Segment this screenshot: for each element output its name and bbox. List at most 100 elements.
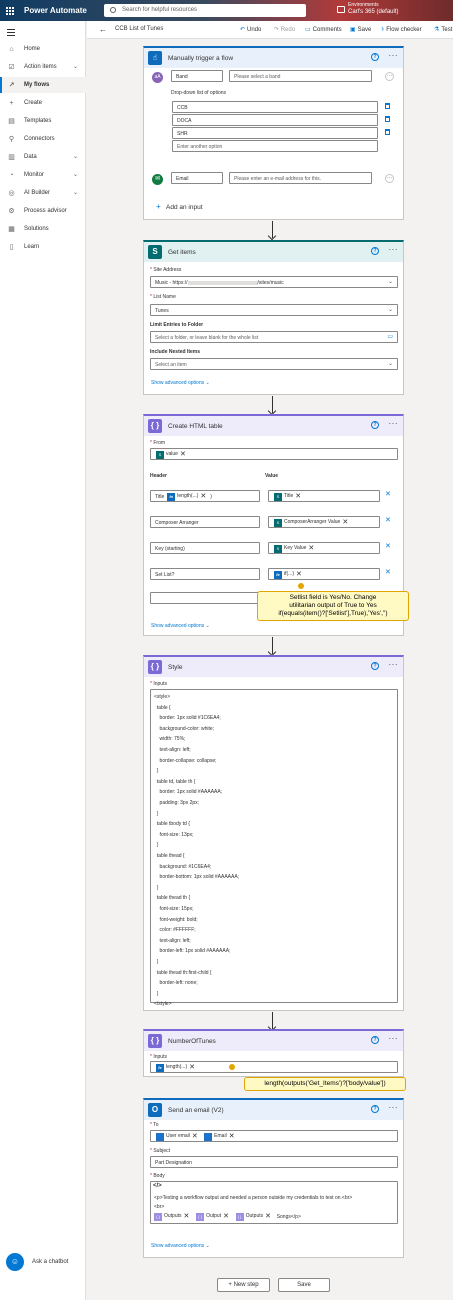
remove-token-icon[interactable]: ✕ xyxy=(295,493,301,500)
show-advanced-options-link[interactable]: Show advanced options ⌄ xyxy=(151,1243,210,1249)
back-arrow-icon[interactable]: ← xyxy=(99,25,107,34)
new-header-field[interactable] xyxy=(150,592,260,604)
save-flow-button[interactable]: Save xyxy=(278,1278,330,1292)
delete-row-icon[interactable]: ✕ xyxy=(385,490,391,498)
more-options-icon[interactable]: ··· xyxy=(389,419,399,428)
more-options-icon[interactable]: ··· xyxy=(389,1103,399,1112)
remove-token-icon[interactable]: ✕ xyxy=(296,571,302,578)
remove-token-icon[interactable]: ✕ xyxy=(265,1213,271,1220)
option-field[interactable]: DOCA xyxy=(172,114,378,126)
value-field[interactable]: S Title ✕ xyxy=(268,490,380,502)
more-options-icon[interactable]: ··· xyxy=(389,1034,399,1043)
trigger-card-header[interactable]: ☝ Manually trigger a flow ? ··· xyxy=(144,48,403,68)
remove-token-icon[interactable]: ✕ xyxy=(342,519,348,526)
sidebar-item-action-items[interactable]: ☑ Action items ⌄ xyxy=(0,59,86,75)
remove-token-icon[interactable]: ✕ xyxy=(184,1213,190,1220)
help-icon[interactable]: ? xyxy=(371,1105,379,1113)
outputs-token[interactable]: { } Outputs ✕ xyxy=(153,1212,191,1221)
band-more-icon[interactable]: ··· xyxy=(385,72,394,81)
if-expression-token[interactable]: fx if(...) ✕ xyxy=(273,570,304,579)
email-description-field[interactable]: Please enter an e-mail address for this. xyxy=(229,172,372,184)
from-field[interactable]: Svalue ✕ xyxy=(150,448,398,460)
delete-row-icon[interactable]: ✕ xyxy=(385,568,391,576)
app-launcher-icon[interactable] xyxy=(5,6,14,15)
sidebar-item-monitor[interactable]: ◔ Monitor ⌄ xyxy=(0,167,86,183)
help-icon[interactable]: ? xyxy=(371,247,379,255)
another-option-field[interactable]: Enter another option xyxy=(172,140,378,152)
help-icon[interactable]: ? xyxy=(371,421,379,429)
search-input[interactable]: Search for helpful resources xyxy=(104,4,306,17)
band-description-field[interactable]: Please select a band xyxy=(229,70,372,82)
number-card-header[interactable]: { } NumberOfTunes ? ··· xyxy=(144,1031,403,1051)
expression-token[interactable]: fx length(...) ✕ xyxy=(166,492,208,501)
email-token[interactable]: 👤 Email ✕ xyxy=(203,1132,236,1141)
save-button[interactable]: ▣ Save xyxy=(350,26,371,33)
help-icon[interactable]: ? xyxy=(371,53,379,61)
help-icon[interactable]: ? xyxy=(371,1036,379,1044)
subject-field[interactable]: Part Designation xyxy=(150,1156,398,1168)
output-token[interactable]: { } Output ✕ xyxy=(195,1212,231,1221)
title-token[interactable]: S Title ✕ xyxy=(273,492,303,501)
app-name[interactable]: Power Automate xyxy=(24,6,87,15)
sidebar-item-solutions[interactable]: ▦ Solutions xyxy=(0,221,86,237)
environment-picker[interactable]: Environments Carl's 365 (default) xyxy=(348,2,399,16)
sidebar-item-connectors[interactable]: ⚲ Connectors xyxy=(0,131,86,147)
sidebar-item-ai-builder[interactable]: ◎ AI Builder ⌄ xyxy=(0,185,86,201)
header-field[interactable]: Composer Arranger xyxy=(150,516,260,528)
sidebar-item-home[interactable]: ⌂ Home xyxy=(0,41,86,57)
sidebar-item-data[interactable]: ▥ Data ⌄ xyxy=(0,149,86,165)
remove-token-icon[interactable]: ✕ xyxy=(308,545,314,552)
style-card-header[interactable]: { } Style ? ··· xyxy=(144,657,403,677)
get-items-card-header[interactable]: S Get items ? ··· xyxy=(144,242,403,262)
chatbot-button[interactable]: ☺ Ask a chatbot xyxy=(6,1253,86,1273)
user-email-token[interactable]: 👤 User email ✕ xyxy=(155,1132,200,1141)
remove-token-icon[interactable]: ✕ xyxy=(180,451,186,458)
value-field[interactable]: fx if(...) ✕ xyxy=(268,568,380,580)
trash-icon[interactable] xyxy=(385,116,390,122)
show-advanced-options-link[interactable]: Show advanced options ⌄ xyxy=(151,623,210,629)
email-name-field[interactable]: Email xyxy=(171,172,223,184)
sidebar-item-templates[interactable]: ▤ Templates xyxy=(0,113,86,129)
to-field[interactable]: 👤 User email ✕ 👤 Email ✕ xyxy=(150,1130,398,1142)
header-field[interactable]: Title fx length(...) ✕) xyxy=(150,490,260,502)
add-input-button[interactable]: Add an input xyxy=(166,204,203,211)
header-field[interactable]: Set List? xyxy=(150,568,260,580)
remove-token-icon[interactable]: ✕ xyxy=(229,1133,235,1140)
option-field[interactable]: CCB xyxy=(172,101,378,113)
value-field[interactable]: S ComposerArranger Value ✕ xyxy=(268,516,380,528)
option-field[interactable]: SHR xyxy=(172,127,378,139)
test-button[interactable]: ⚗ Test xyxy=(434,26,452,33)
comments-button[interactable]: ▭ Comments xyxy=(305,26,342,33)
sidebar-item-create[interactable]: + Create xyxy=(0,95,86,111)
folder-icon[interactable]: ▭ xyxy=(387,333,393,340)
key-token[interactable]: S Key Value ✕ xyxy=(273,544,316,553)
help-icon[interactable]: ? xyxy=(371,662,379,670)
remove-token-icon[interactable]: ✕ xyxy=(192,1133,198,1140)
outputs-token[interactable]: { } Outputs ✕ xyxy=(235,1212,273,1221)
new-step-button[interactable]: + New step xyxy=(217,1278,270,1292)
style-inputs-editor[interactable] xyxy=(150,689,398,1003)
value-token[interactable]: Svalue ✕ xyxy=(155,450,188,459)
sidebar-item-learn[interactable]: ▯ Learn xyxy=(0,239,86,255)
remove-token-icon[interactable]: ✕ xyxy=(189,1064,195,1071)
flow-checker-button[interactable]: ⚕ Flow checker xyxy=(381,26,422,33)
delete-row-icon[interactable]: ✕ xyxy=(385,542,391,550)
hamburger-icon[interactable] xyxy=(7,29,15,38)
more-options-icon[interactable]: ··· xyxy=(389,245,399,254)
sidebar-item-process-advisor[interactable]: ⚙ Process advisor xyxy=(0,203,86,219)
site-address-dropdown[interactable]: Music - https:// /sites/music ⌄ xyxy=(150,276,398,288)
more-options-icon[interactable]: ··· xyxy=(389,51,399,60)
email-more-icon[interactable]: ··· xyxy=(385,174,394,183)
remove-token-icon[interactable]: ✕ xyxy=(223,1213,229,1220)
remove-token-icon[interactable]: ✕ xyxy=(200,493,206,500)
delete-row-icon[interactable]: ✕ xyxy=(385,516,391,524)
nested-items-dropdown[interactable]: Select an item ⌄ xyxy=(150,358,398,370)
trash-icon[interactable] xyxy=(385,129,390,135)
list-name-dropdown[interactable]: Tunes ⌄ xyxy=(150,304,398,316)
value-field[interactable]: S Key Value ✕ xyxy=(268,542,380,554)
redo-button[interactable]: ↷ Redo xyxy=(274,26,295,33)
band-name-field[interactable]: Band xyxy=(171,70,223,82)
length-expression-token[interactable]: fx length(...) ✕ xyxy=(155,1063,197,1072)
trash-icon[interactable] xyxy=(385,103,390,109)
limit-folder-field[interactable]: Select a folder, or leave blank for the … xyxy=(150,331,398,343)
